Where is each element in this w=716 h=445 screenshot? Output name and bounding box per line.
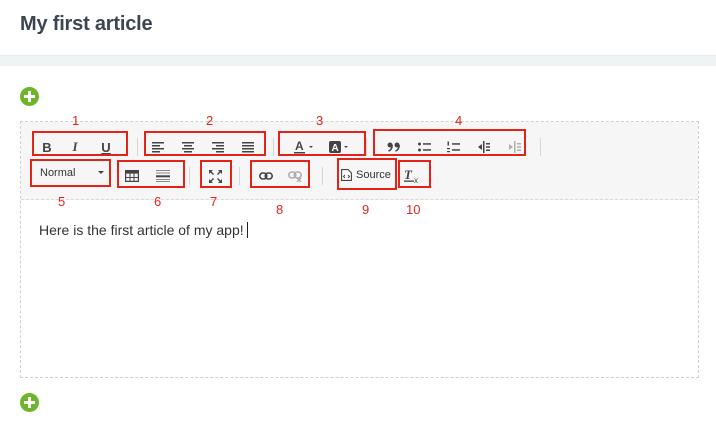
clear-format-icon: Tx — [404, 168, 418, 184]
annotation-number: 4 — [455, 113, 463, 128]
background-color-button[interactable]: A — [328, 136, 352, 158]
underline-icon: U — [101, 139, 111, 155]
increase-indent-button[interactable] — [505, 136, 523, 158]
bulleted-list-button[interactable] — [415, 136, 433, 158]
svg-text:T: T — [404, 168, 413, 182]
annotation-number: 5 — [58, 194, 66, 209]
italic-icon: I — [72, 139, 78, 154]
toolbar-separator — [322, 167, 323, 185]
annotation-number: 6 — [154, 194, 162, 209]
toolbar-separator — [189, 167, 190, 185]
chevron-down-icon — [98, 171, 104, 174]
underline-button[interactable]: U — [97, 136, 115, 158]
source-button[interactable]: Source — [341, 164, 393, 186]
annotation-number: 10 — [406, 202, 421, 217]
plus-icon — [24, 91, 35, 102]
editor-text: Here is the first article of my app! — [39, 222, 244, 238]
table-icon — [125, 170, 139, 182]
align-center-icon — [182, 142, 194, 153]
plus-icon — [24, 397, 35, 408]
align-right-button[interactable] — [210, 136, 226, 158]
maximize-icon — [208, 169, 222, 183]
toolbar-separator — [540, 138, 541, 156]
header-band — [0, 56, 716, 66]
svg-text:x: x — [414, 176, 418, 184]
add-block-button-bottom[interactable] — [20, 393, 39, 412]
align-justify-icon — [242, 142, 254, 153]
align-left-icon — [152, 142, 164, 153]
maximize-button[interactable] — [206, 165, 224, 187]
svg-text:A: A — [295, 140, 304, 153]
source-icon — [341, 169, 352, 181]
source-label: Source — [356, 169, 391, 181]
annotation-number: 1 — [72, 113, 80, 128]
horizontal-rule-icon — [156, 170, 170, 182]
page: My first article Here is the first artic… — [0, 0, 716, 445]
format-select[interactable]: Normal — [34, 162, 108, 184]
align-justify-button[interactable] — [240, 136, 256, 158]
format-select-value: Normal — [40, 167, 76, 179]
annotation-number: 7 — [210, 194, 218, 209]
text-color-icon: A — [294, 140, 313, 154]
editor-toolbar — [21, 122, 698, 200]
align-right-icon — [212, 142, 224, 153]
align-center-button[interactable] — [180, 136, 196, 158]
indent-icon — [508, 141, 521, 153]
background-color-icon: A — [329, 141, 348, 154]
bold-button[interactable]: B — [38, 136, 56, 158]
annotation-number: 3 — [316, 113, 324, 128]
bulleted-list-icon — [417, 142, 431, 152]
horizontal-line-button[interactable] — [154, 165, 172, 187]
toolbar-separator — [366, 138, 367, 156]
decrease-indent-button[interactable] — [474, 136, 492, 158]
unlink-icon — [288, 171, 302, 182]
annotation-number: 2 — [206, 113, 214, 128]
svg-text:A: A — [332, 143, 339, 154]
outdent-icon — [477, 141, 490, 153]
text-caret — [246, 222, 248, 238]
page-header: My first article — [0, 0, 716, 56]
remove-format-button[interactable]: Tx — [402, 165, 422, 187]
link-button[interactable] — [257, 165, 275, 187]
annotation-number: 8 — [276, 202, 284, 217]
editor-content[interactable]: Here is the first article of my app! — [39, 222, 248, 238]
italic-button[interactable]: I — [66, 136, 84, 158]
quote-icon — [387, 142, 400, 152]
numbered-list-button[interactable] — [444, 136, 462, 158]
text-color-button[interactable]: A — [293, 136, 317, 158]
rich-text-editor[interactable]: Here is the first article of my app! — [20, 121, 699, 378]
link-icon — [259, 172, 273, 180]
toolbar-separator — [273, 138, 274, 156]
insert-table-button[interactable] — [123, 165, 141, 187]
align-left-button[interactable] — [150, 136, 166, 158]
bold-icon: B — [42, 139, 52, 155]
unlink-button[interactable] — [286, 165, 304, 187]
numbered-list-icon — [446, 141, 460, 153]
toolbar-separator — [137, 138, 138, 156]
add-block-button-top[interactable] — [20, 87, 39, 106]
toolbar-separator — [239, 167, 240, 185]
blockquote-button[interactable] — [385, 136, 403, 158]
annotation-number: 9 — [362, 202, 370, 217]
page-title: My first article — [20, 13, 153, 35]
